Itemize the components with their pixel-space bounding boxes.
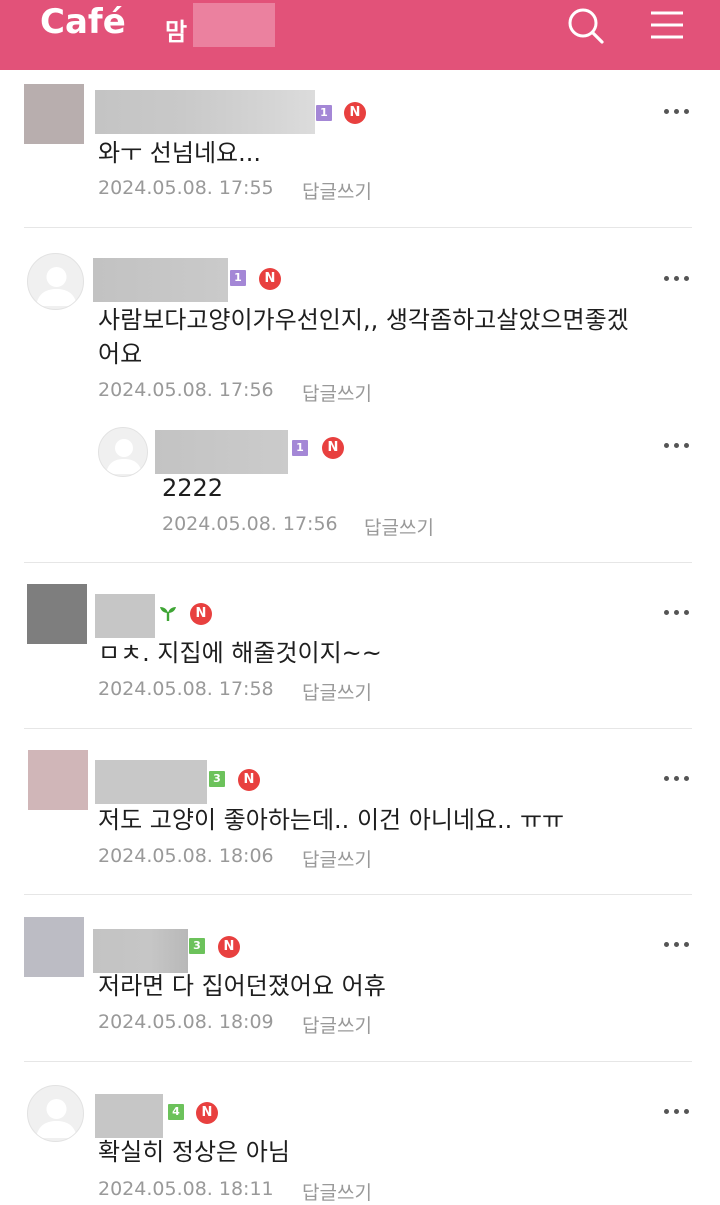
avatar[interactable]	[98, 427, 148, 477]
level-badge: 4	[168, 1104, 184, 1120]
comment-text-line1: 사람보다고양이가우선인지,, 생각좀하고살았으면좋겠	[98, 306, 629, 334]
level-badge: 1	[316, 105, 332, 121]
default-avatar-icon	[106, 439, 142, 474]
comment-date: 2024.05.08. 17:56	[98, 379, 274, 401]
comment-date: 2024.05.08. 18:09	[98, 1011, 274, 1033]
comment-text: 저도 고양이 좋아하는데.. 이건 아니네요.. ㅠㅠ	[98, 806, 565, 834]
comment-text: 저라면 다 집어던졌어요 어휴	[98, 972, 386, 1000]
new-badge: N	[190, 603, 212, 625]
new-badge: N	[259, 268, 281, 290]
cafe-name-blur	[193, 3, 275, 47]
comment-text: 확실히 정상은 아님	[98, 1138, 290, 1166]
more-options-icon[interactable]	[664, 438, 694, 452]
avatar[interactable]	[27, 584, 87, 644]
author-name-blur[interactable]	[93, 929, 188, 973]
avatar[interactable]	[27, 1085, 84, 1142]
reply-button[interactable]: 답글쓰기	[302, 845, 372, 872]
search-icon[interactable]	[566, 6, 606, 46]
more-options-icon[interactable]	[664, 1104, 694, 1118]
author-name-blur[interactable]	[155, 430, 288, 474]
comment-text: 2222	[162, 474, 224, 502]
author-name-blur[interactable]	[95, 90, 315, 134]
avatar[interactable]	[28, 750, 88, 810]
author-name-blur[interactable]	[95, 1094, 163, 1138]
reply-button[interactable]: 답글쓰기	[364, 513, 434, 540]
author-name-blur[interactable]	[93, 258, 228, 302]
more-options-icon[interactable]	[664, 104, 694, 118]
divider	[24, 562, 692, 563]
more-options-icon[interactable]	[664, 771, 694, 785]
reply-button[interactable]: 답글쓰기	[302, 678, 372, 705]
default-avatar-icon	[36, 267, 77, 306]
more-options-icon[interactable]	[664, 937, 694, 951]
divider	[24, 728, 692, 729]
level-badge: 3	[189, 938, 205, 954]
reply-button[interactable]: 답글쓰기	[302, 1011, 372, 1038]
new-badge: N	[218, 936, 240, 958]
new-badge: N	[196, 1102, 218, 1124]
level-badge: 1	[292, 440, 308, 456]
comment-date: 2024.05.08. 18:11	[98, 1178, 274, 1200]
reply-button[interactable]: 답글쓰기	[302, 177, 372, 204]
divider	[24, 1061, 692, 1062]
more-options-icon[interactable]	[664, 605, 694, 619]
divider	[24, 894, 692, 895]
comment-date: 2024.05.08. 17:55	[98, 177, 274, 199]
default-avatar-icon	[36, 1099, 77, 1138]
new-badge: N	[344, 102, 366, 124]
reply-button[interactable]: 답글쓰기	[302, 379, 372, 406]
cafe-name[interactable]: 맘	[165, 12, 187, 47]
comment-date: 2024.05.08. 17:56	[162, 513, 338, 535]
author-name-blur[interactable]	[95, 594, 155, 638]
new-badge: N	[238, 769, 260, 791]
level-badge: 3	[209, 771, 225, 787]
avatar[interactable]	[27, 253, 84, 310]
comment-text: 와ㅜ 선넘네요...	[98, 139, 261, 167]
menu-icon[interactable]	[648, 8, 686, 42]
sprout-level-icon	[160, 607, 176, 621]
comment-text-line2: 어요	[98, 340, 143, 368]
divider	[24, 227, 692, 228]
comment-text: ㅁㅊ. 지집에 해줄것이지~~	[98, 639, 382, 667]
more-options-icon[interactable]	[664, 271, 694, 285]
cafe-logo[interactable]: Café	[40, 2, 126, 42]
author-name-blur[interactable]	[95, 760, 207, 804]
avatar[interactable]	[24, 917, 84, 977]
top-bar: Café 맘	[0, 0, 720, 70]
comment-date: 2024.05.08. 17:58	[98, 678, 274, 700]
level-badge: 1	[230, 270, 246, 286]
reply-button[interactable]: 답글쓰기	[302, 1178, 372, 1205]
avatar[interactable]	[24, 84, 84, 144]
comment-date: 2024.05.08. 18:06	[98, 845, 274, 867]
new-badge: N	[322, 437, 344, 459]
